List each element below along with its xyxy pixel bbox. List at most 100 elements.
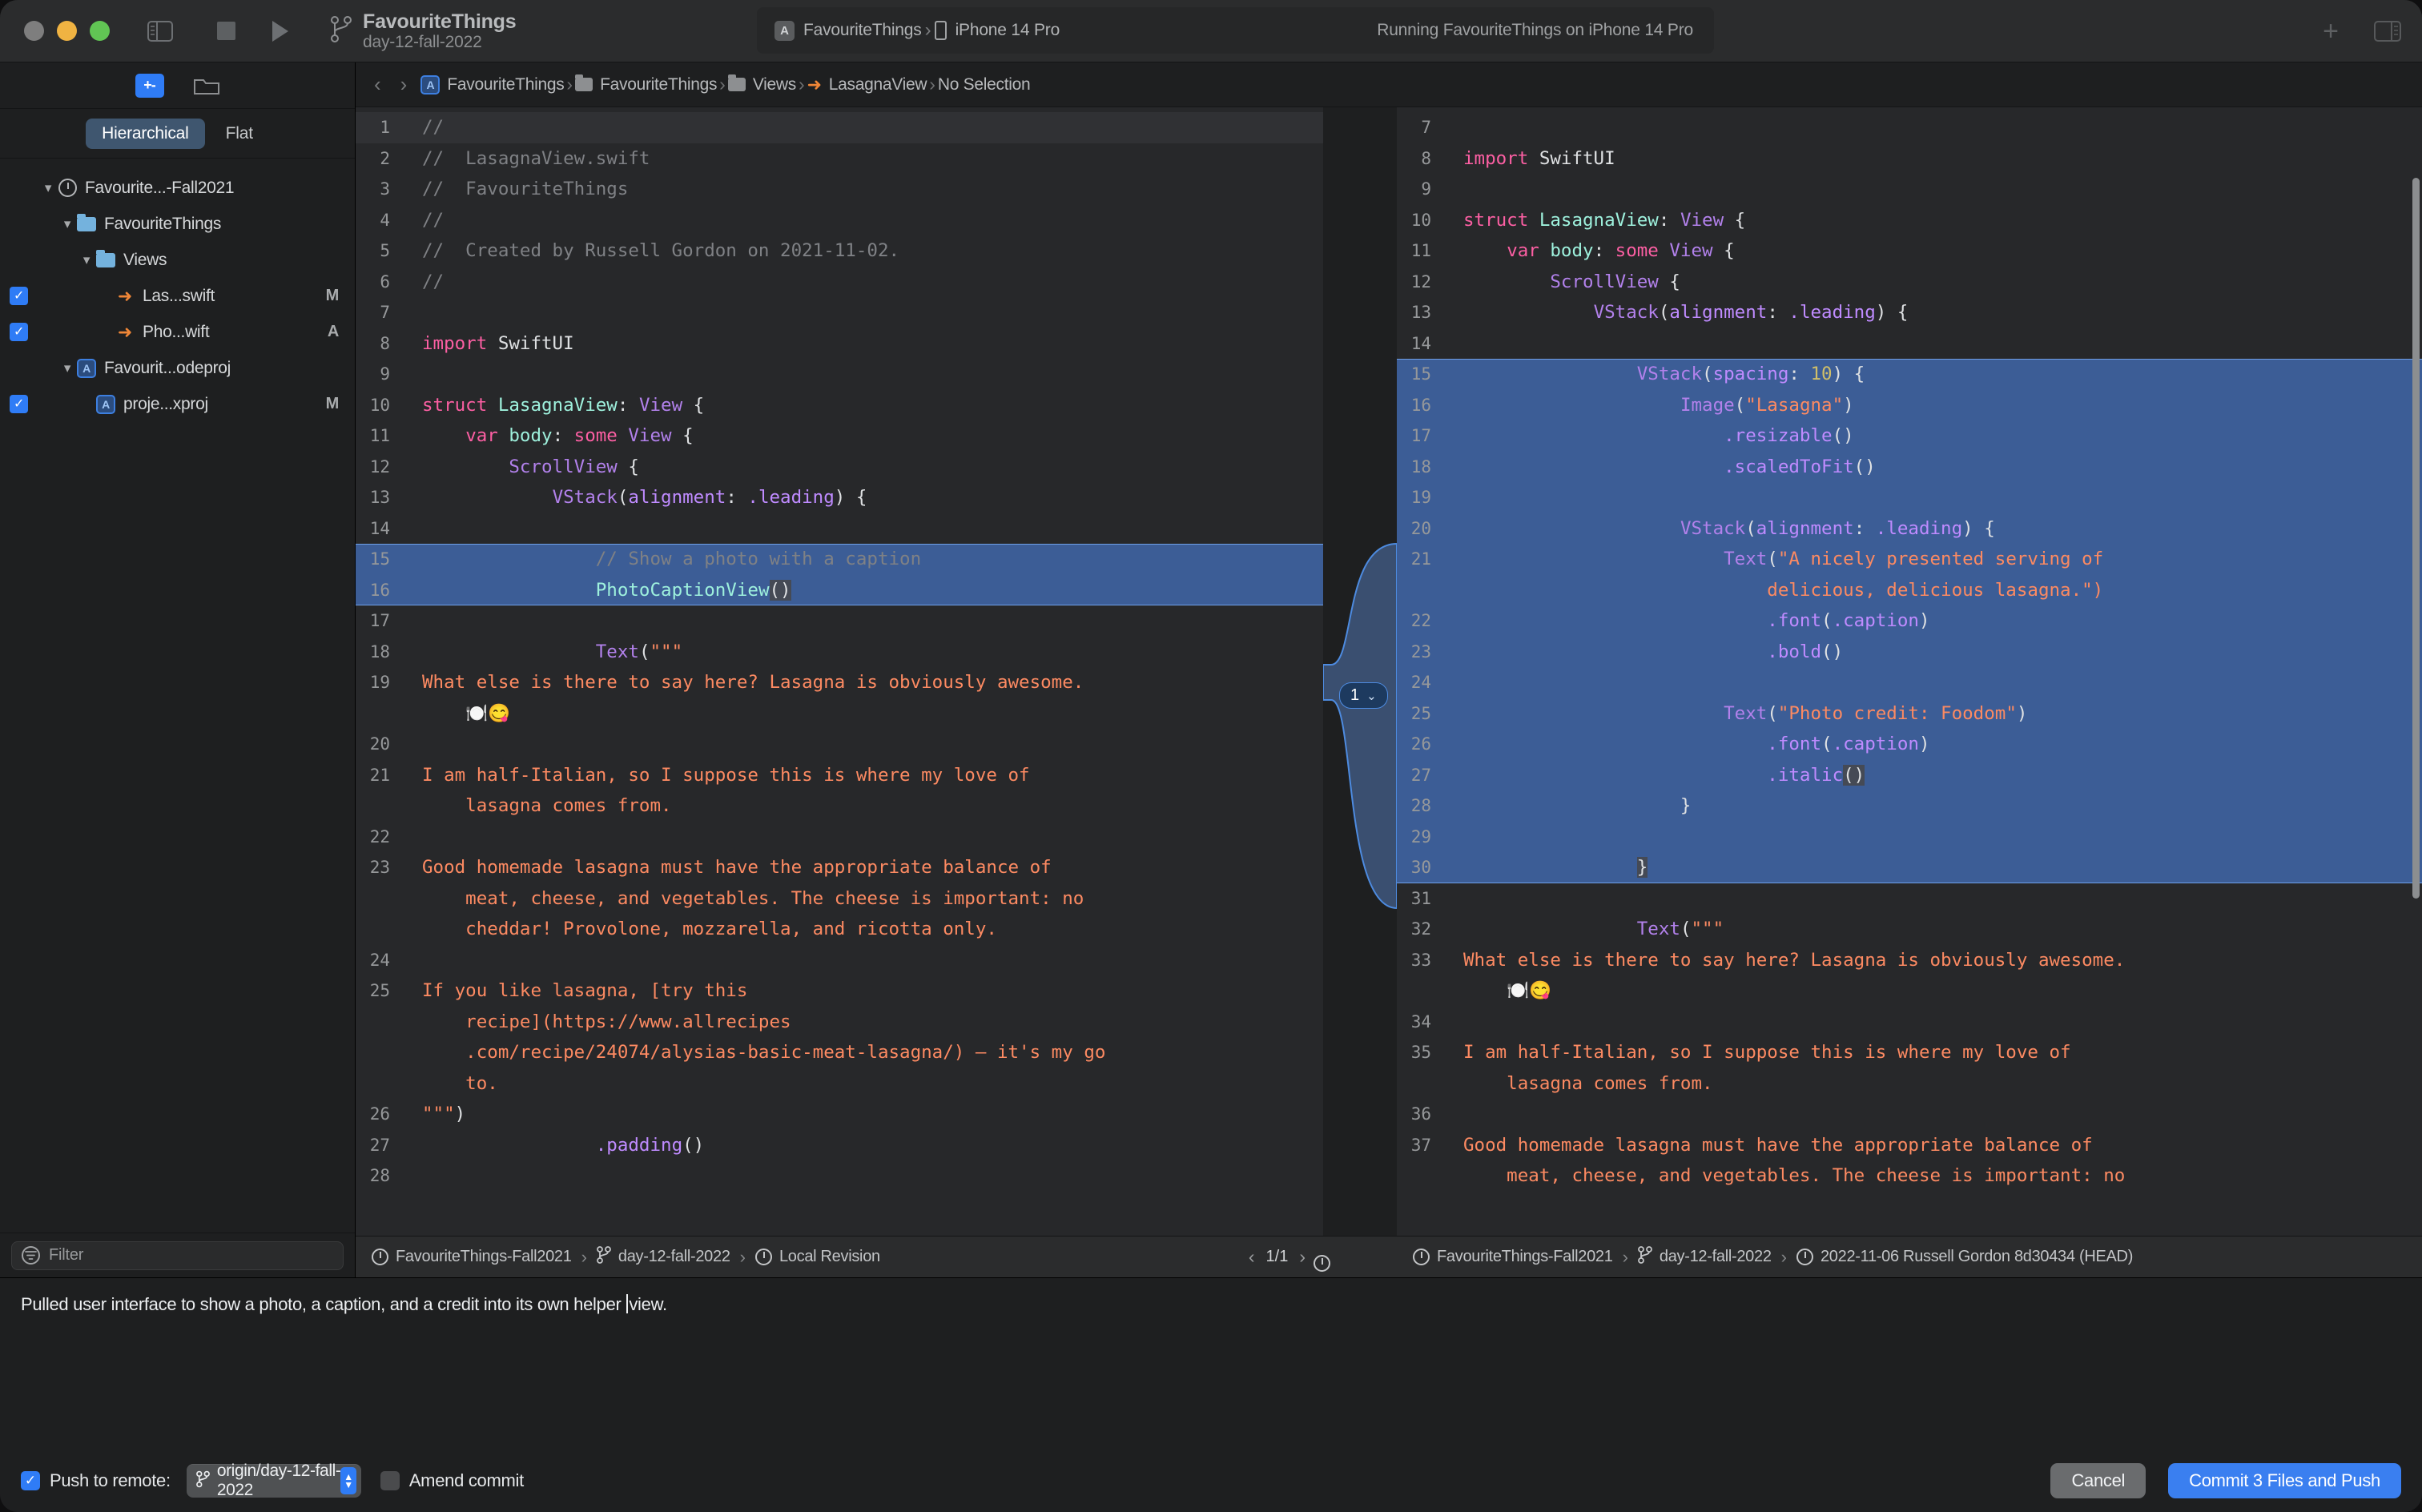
file-tree-row[interactable]: ▾ Favourite...-Fall2021 bbox=[0, 170, 355, 206]
code-line[interactable]: 26 """) bbox=[356, 1099, 1323, 1130]
code-line[interactable]: 9 bbox=[356, 359, 1323, 390]
code-line[interactable]: 19 bbox=[1397, 482, 2422, 513]
disclosure-triangle-icon[interactable]: ▾ bbox=[78, 252, 95, 268]
code-line[interactable]: meat, cheese, and vegetables. The cheese… bbox=[356, 883, 1323, 915]
code-line[interactable]: cheddar! Provolone, mozzarella, and rico… bbox=[356, 914, 1323, 945]
code-line[interactable]: 17 .resizable() bbox=[1397, 420, 2422, 452]
run-button[interactable] bbox=[262, 13, 299, 50]
breadcrumb-item[interactable]: ➜ LasagnaView bbox=[807, 75, 927, 94]
commit-and-push-button[interactable]: Commit 3 Files and Push bbox=[2168, 1463, 2401, 1498]
code-line[interactable]: 9 bbox=[1397, 174, 2422, 205]
minimize-window-button[interactable] bbox=[57, 21, 77, 41]
code-line[interactable]: delicious, delicious lasagna.") bbox=[1397, 574, 2422, 605]
code-line[interactable]: 3 // FavouriteThings bbox=[356, 174, 1323, 205]
code-line[interactable]: 30 } bbox=[1397, 852, 2422, 883]
code-line[interactable]: meat, cheese, and vegetables. The cheese… bbox=[1397, 1160, 2422, 1192]
code-line[interactable]: 13 VStack(alignment: .leading) { bbox=[1397, 297, 2422, 328]
code-line[interactable]: 2 // LasagnaView.swift bbox=[356, 143, 1323, 175]
code-line[interactable]: 34 bbox=[1397, 1007, 2422, 1038]
pager-prev-icon[interactable]: ‹ bbox=[1249, 1246, 1255, 1268]
code-line[interactable]: 16 PhotoCaptionView() bbox=[356, 574, 1323, 605]
code-line[interactable]: 22 bbox=[356, 822, 1323, 853]
code-line[interactable]: 20 bbox=[356, 729, 1323, 760]
commit-message-field[interactable]: Pulled user interface to show a photo, a… bbox=[0, 1278, 2422, 1331]
code-line[interactable]: 8 import SwiftUI bbox=[1397, 143, 2422, 175]
code-line[interactable]: 15 // Show a photo with a caption bbox=[356, 544, 1323, 575]
code-line[interactable]: 6 // bbox=[356, 267, 1323, 298]
nav-back-icon[interactable]: ‹ bbox=[368, 72, 387, 97]
code-line[interactable]: lasagna comes from. bbox=[356, 790, 1323, 822]
code-line[interactable]: 24 bbox=[356, 945, 1323, 976]
changes-filter-icon[interactable]: +- bbox=[135, 73, 164, 98]
code-line[interactable]: 21 I am half-Italian, so I suppose this i… bbox=[356, 760, 1323, 791]
file-tree-row[interactable]: ▾ FavouriteThings bbox=[0, 206, 355, 242]
file-include-checkbox[interactable]: ✓ bbox=[10, 395, 28, 413]
tab-hierarchical[interactable]: Hierarchical bbox=[86, 118, 205, 149]
code-line[interactable]: 28 } bbox=[1397, 790, 2422, 822]
file-include-checkbox[interactable]: ✓ bbox=[10, 287, 28, 305]
code-line[interactable]: 26 .font(.caption) bbox=[1397, 729, 2422, 760]
code-line[interactable]: 36 bbox=[1397, 1099, 2422, 1130]
remote-branch-popup[interactable]: origin/day-12-fall-2022 ▲ ▼ bbox=[186, 1462, 361, 1499]
zoom-window-button[interactable] bbox=[90, 21, 110, 41]
breadcrumb-item[interactable]: FavouriteThings bbox=[575, 74, 717, 94]
code-line[interactable]: 29 bbox=[1397, 821, 2422, 852]
code-line[interactable]: 24 bbox=[1397, 667, 2422, 698]
status-right-project[interactable]: FavouriteThings-Fall2021 bbox=[1437, 1248, 1613, 1266]
code-line[interactable]: 10 struct LasagnaView: View { bbox=[356, 390, 1323, 421]
code-line[interactable]: 32 Text(""" bbox=[1397, 914, 2422, 945]
breadcrumb-item[interactable]: Views bbox=[727, 74, 796, 94]
code-line[interactable]: 12 ScrollView { bbox=[1397, 267, 2422, 298]
pager-next-icon[interactable]: › bbox=[1299, 1246, 1306, 1268]
code-line[interactable]: 16 Image("Lasagna") bbox=[1397, 389, 2422, 420]
file-tree-row[interactable]: ✓▾➜Pho...wiftA bbox=[0, 314, 355, 350]
status-right-commit[interactable]: 2022-11-06 Russell Gordon 8d30434 (HEAD) bbox=[1821, 1248, 2133, 1266]
destination-selector[interactable]: iPhone 14 Pro bbox=[934, 21, 1060, 40]
code-line[interactable]: 21 Text("A nicely presented serving of bbox=[1397, 544, 2422, 575]
code-line[interactable]: 27 .padding() bbox=[356, 1130, 1323, 1161]
file-tree-row[interactable]: ✓▾➜Las...swiftM bbox=[0, 278, 355, 314]
code-line[interactable]: 13 VStack(alignment: .leading) { bbox=[356, 482, 1323, 513]
code-line[interactable]: 31 bbox=[1397, 883, 2422, 915]
breadcrumb-item[interactable]: No Selection bbox=[938, 75, 1031, 94]
status-left-branch[interactable]: day-12-fall-2022 bbox=[618, 1248, 730, 1266]
code-line[interactable]: 20 VStack(alignment: .leading) { bbox=[1397, 513, 2422, 544]
code-line[interactable]: 11 var body: some View { bbox=[356, 420, 1323, 452]
tab-flat[interactable]: Flat bbox=[210, 119, 269, 149]
diff-pane-right[interactable]: 7 8 import SwiftUI 9 10 struct LasagnaView: V… bbox=[1397, 107, 2422, 1236]
code-line[interactable]: 33 What else is there to say here? Lasagn… bbox=[1397, 945, 2422, 976]
code-line[interactable]: 4 // bbox=[356, 205, 1323, 236]
code-line[interactable]: to. bbox=[356, 1068, 1323, 1100]
add-editor-icon[interactable]: + bbox=[2323, 18, 2339, 45]
file-tree-row[interactable]: ▾ Views bbox=[0, 242, 355, 278]
file-tree-row[interactable]: ✓▾Aproje...xprojM bbox=[0, 386, 355, 422]
disclosure-triangle-icon[interactable]: ▾ bbox=[58, 360, 76, 376]
code-line[interactable]: 1 // bbox=[356, 112, 1323, 143]
code-line[interactable]: 7 bbox=[356, 297, 1323, 328]
status-left-project[interactable]: FavouriteThings-Fall2021 bbox=[396, 1248, 572, 1266]
push-to-remote-checkbox[interactable]: ✓ bbox=[21, 1471, 40, 1490]
code-line[interactable]: 35 I am half-Italian, so I suppose this i… bbox=[1397, 1037, 2422, 1068]
file-tree-row[interactable]: ▾ A Favourit...odeproj bbox=[0, 350, 355, 386]
code-line[interactable]: 23 .bold() bbox=[1397, 636, 2422, 667]
code-line[interactable]: 22 .font(.caption) bbox=[1397, 605, 2422, 637]
code-line[interactable]: 14 bbox=[1397, 328, 2422, 360]
stop-button[interactable] bbox=[207, 13, 244, 50]
amend-commit-checkbox[interactable] bbox=[380, 1471, 400, 1490]
nav-forward-icon[interactable]: › bbox=[395, 72, 413, 97]
scheme-and-branch[interactable]: FavouriteThings day-12-fall-2022 bbox=[331, 10, 517, 52]
code-line[interactable]: 🍽️😋 bbox=[1397, 975, 2422, 1007]
cancel-button[interactable]: Cancel bbox=[2050, 1463, 2146, 1498]
code-line[interactable]: 12 ScrollView { bbox=[356, 452, 1323, 483]
code-line[interactable]: 18 .scaledToFit() bbox=[1397, 451, 2422, 482]
toggle-inspector-icon[interactable] bbox=[2374, 20, 2401, 42]
code-line[interactable]: 11 var body: some View { bbox=[1397, 235, 2422, 267]
code-line[interactable]: 14 bbox=[356, 513, 1323, 545]
code-line[interactable]: 5 // Created by Russell Gordon on 2021-11… bbox=[356, 235, 1323, 267]
toggle-navigator-icon[interactable] bbox=[142, 13, 179, 50]
code-line[interactable]: 18 Text(""" bbox=[356, 637, 1323, 668]
code-line[interactable]: recipe](https://www.allrecipes bbox=[356, 1007, 1323, 1038]
code-line[interactable]: 15 VStack(spacing: 10) { bbox=[1397, 359, 2422, 390]
group-folder-icon[interactable] bbox=[193, 75, 220, 96]
code-line[interactable]: 25 If you like lasagna, [try this bbox=[356, 975, 1323, 1007]
